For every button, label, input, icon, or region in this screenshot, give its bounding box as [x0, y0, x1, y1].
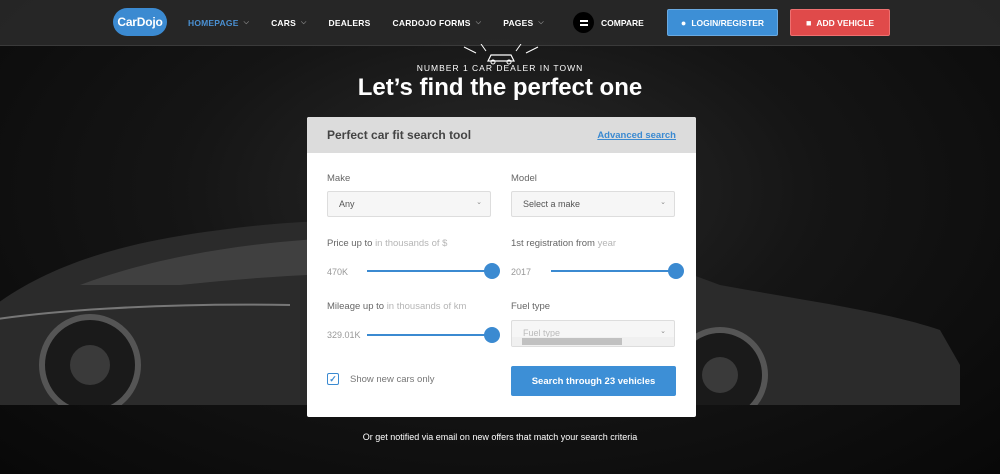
car-icon: ■: [805, 17, 812, 28]
mileage-slider-handle[interactable]: [484, 327, 500, 343]
nav-item-label: PAGES: [503, 18, 534, 28]
compare-label: COMPARE: [601, 17, 644, 28]
nav-item-dealers[interactable]: DEALERS: [328, 18, 370, 28]
nav-item-label: HOMEPAGE: [188, 18, 239, 28]
fuel-type-select[interactable]: Fuel type ⌄: [511, 320, 675, 347]
add-vehicle-label: ADD VEHICLE: [816, 17, 875, 28]
chevron-down-icon: ⌄: [476, 199, 482, 206]
model-select[interactable]: Select a make ⌄: [511, 191, 675, 217]
hero-tagline: NUMBER 1 CAR DEALER IN TOWN: [416, 63, 584, 73]
fuel-type-label: Fuel type: [511, 301, 551, 312]
main-nav: HOMEPAGE ⌵ CARS ⌵ DEALERS CARDOJO FORMS …: [188, 0, 566, 46]
cardojo-logo[interactable]: CarDojo: [113, 8, 167, 36]
registration-value: 2017: [511, 267, 532, 277]
top-navbar: CarDojo HOMEPAGE ⌵ CARS ⌵ DEALERS CARDOJ…: [0, 0, 1000, 46]
make-label: Make: [327, 173, 351, 184]
login-register-label: LOGIN/REGISTER: [691, 17, 765, 28]
compare-icon: [573, 12, 594, 33]
price-slider-track[interactable]: [367, 270, 491, 272]
hero-headline: Let’s find the perfect one: [357, 74, 643, 101]
new-cars-only-checkbox[interactable]: ✓: [327, 373, 339, 385]
new-cars-only-label: Show new cars only: [350, 374, 435, 385]
advanced-search-link[interactable]: Advanced search: [597, 130, 676, 141]
mileage-hint: in thousands of km: [386, 301, 467, 312]
price-slider-handle[interactable]: [484, 263, 500, 279]
make-select[interactable]: Any ⌄: [327, 191, 491, 217]
mileage-slider-track[interactable]: [367, 334, 491, 336]
chevron-down-icon: ⌵: [243, 19, 250, 26]
nav-item-label: DEALERS: [328, 18, 371, 28]
registration-label: 1st registration from year: [511, 238, 616, 249]
make-select-value: Any: [339, 199, 355, 209]
add-vehicle-button[interactable]: ■ ADD VEHICLE: [790, 9, 890, 36]
price-label: Price up to in thousands of $: [327, 238, 447, 249]
registration-hint: year: [597, 238, 617, 249]
chevron-down-icon: ⌄: [660, 199, 666, 206]
nav-item-cardojo-forms[interactable]: CARDOJO FORMS ⌵: [393, 18, 482, 28]
search-panel-title: Perfect car fit search tool: [327, 128, 472, 142]
price-value: 470K: [327, 267, 349, 277]
mileage-value: 329.01K: [327, 330, 361, 340]
user-icon: ●: [680, 17, 687, 28]
registration-label-text: 1st registration from: [511, 238, 595, 249]
compare-link[interactable]: COMPARE: [573, 12, 644, 33]
email-notify-text[interactable]: Or get notified via email on new offers …: [0, 432, 1000, 442]
nav-item-label: CARS: [271, 18, 296, 28]
chevron-down-icon: ⌵: [300, 19, 307, 26]
chevron-down-icon: ⌵: [538, 19, 544, 26]
price-hint: in thousands of $: [375, 238, 448, 249]
mileage-label-text: Mileage up to: [327, 301, 385, 312]
price-label-text: Price up to: [327, 238, 373, 249]
search-vehicles-button[interactable]: Search through 23 vehicles: [511, 366, 676, 396]
chevron-down-icon: ⌄: [660, 328, 666, 335]
nav-item-cars[interactable]: CARS ⌵: [271, 18, 306, 28]
login-register-button[interactable]: ● LOGIN/REGISTER: [667, 9, 778, 36]
nav-item-pages[interactable]: PAGES ⌵: [503, 18, 544, 28]
search-panel: Perfect car fit search tool Advanced sea…: [307, 117, 696, 417]
model-label: Model: [511, 173, 537, 184]
model-select-value: Select a make: [523, 199, 581, 209]
fuel-type-scrollbar[interactable]: [512, 337, 674, 346]
nav-item-label: CARDOJO FORMS: [392, 18, 471, 28]
registration-slider-track[interactable]: [551, 270, 675, 272]
search-panel-header: Perfect car fit search tool Advanced sea…: [307, 117, 696, 153]
nav-item-homepage[interactable]: HOMEPAGE ⌵: [188, 18, 249, 28]
registration-slider-handle[interactable]: [668, 263, 684, 279]
mileage-label: Mileage up to in thousands of km: [327, 301, 466, 312]
chevron-down-icon: ⌵: [475, 19, 482, 26]
